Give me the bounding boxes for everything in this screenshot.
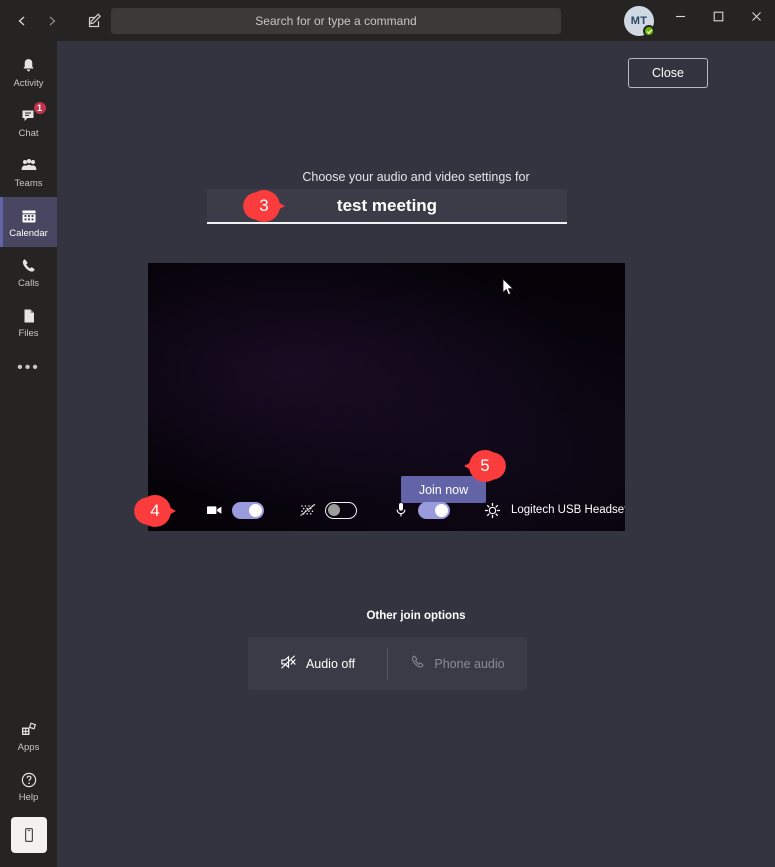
camera-icon [204,503,226,517]
other-join-options-title: Other join options [366,610,466,622]
mouse-cursor-icon [502,278,515,302]
sidebar-item-label: Files [18,327,39,339]
presence-available-icon [643,25,655,37]
sidebar-item-teams[interactable]: Teams [0,147,57,197]
minimize-button[interactable] [661,0,699,32]
meeting-prejoin-screen: Close Choose your audio and video settin… [57,41,775,867]
rail-bottom-group: Apps Help [0,711,57,867]
maximize-button[interactable] [699,0,737,32]
sidebar-item-label: Calls [17,277,40,289]
forward-button[interactable] [38,7,66,35]
avatar[interactable]: MT [624,6,655,37]
annotation-marker-4: 4 [131,491,199,531]
help-icon [19,770,39,790]
annotation-number: 5 [480,456,490,475]
search-input[interactable] [111,8,561,34]
chat-unread-badge: 1 [32,100,47,115]
phone-audio-label: Phone audio [434,656,505,671]
sidebar-item-label: Teams [14,177,43,189]
prejoin-subtitle: Choose your audio and video settings for [302,170,530,184]
bell-icon [19,56,39,76]
sidebar-item-label: Chat [18,127,39,139]
sidebar-item-label: Apps [17,741,40,753]
background-blur-control [297,501,357,519]
sidebar-item-help[interactable]: Help [0,761,57,811]
close-button[interactable]: Close [628,58,708,88]
video-preview[interactable]: Join now Logitech USB Headset [148,263,625,531]
annotation-marker-5: 5 [441,446,509,486]
sidebar-item-calendar[interactable]: Calendar [0,197,57,247]
files-icon [19,306,39,326]
gear-icon [481,502,503,519]
speaker-muted-icon [280,654,298,673]
search-bar[interactable] [111,8,561,34]
audio-off-label: Audio off [305,656,356,671]
window-controls [661,0,775,32]
annotation-number: 4 [150,501,160,520]
sidebar-item-calls[interactable]: Calls [0,247,57,297]
mobile-phone-icon[interactable] [10,817,47,853]
phone-icon [19,256,39,276]
annotation-number: 3 [259,196,269,215]
teams-window: MT Activity [0,0,775,867]
microphone-toggle[interactable] [418,501,450,519]
microphone-control [390,501,450,519]
phone-audio-option[interactable]: Phone audio [388,637,527,690]
audio-device-selector[interactable]: Logitech USB Headset H... [481,502,625,519]
chat-icon: 1 [19,100,47,126]
sidebar-item-activity[interactable]: Activity [0,47,57,97]
sidebar-item-label: Activity [13,77,44,89]
audio-device-label: Logitech USB Headset H... [511,504,625,516]
phone-handset-icon [410,654,426,673]
close-window-button[interactable] [737,0,775,32]
history-navigation [8,7,66,35]
calendar-icon [19,206,39,226]
background-blur-icon [297,503,319,517]
background-blur-toggle[interactable] [325,501,357,519]
sidebar-item-label: Help [18,791,39,803]
title-bar: MT [0,0,775,41]
microphone-icon [390,502,412,518]
device-control-bar: Logitech USB Headset H... [148,489,625,531]
other-join-options: Audio off Phone audio [248,637,527,690]
teams-icon [19,156,39,176]
sidebar-item-chat[interactable]: 1 Chat [0,97,57,147]
back-button[interactable] [8,7,36,35]
left-rail: Activity 1 Chat Teams Calendar Calls Fil… [0,41,57,867]
sidebar-more-button[interactable]: ••• [0,347,57,389]
camera-control [204,501,264,519]
sidebar-item-label: Calendar [9,227,48,239]
sidebar-item-apps[interactable]: Apps [0,711,57,761]
audio-off-option[interactable]: Audio off [248,637,387,690]
sidebar-item-files[interactable]: Files [0,297,57,347]
annotation-marker-3: 3 [240,186,308,226]
compose-icon[interactable] [80,7,110,35]
apps-icon [19,720,39,740]
page-title: test meeting [336,195,438,215]
camera-toggle[interactable] [232,501,264,519]
